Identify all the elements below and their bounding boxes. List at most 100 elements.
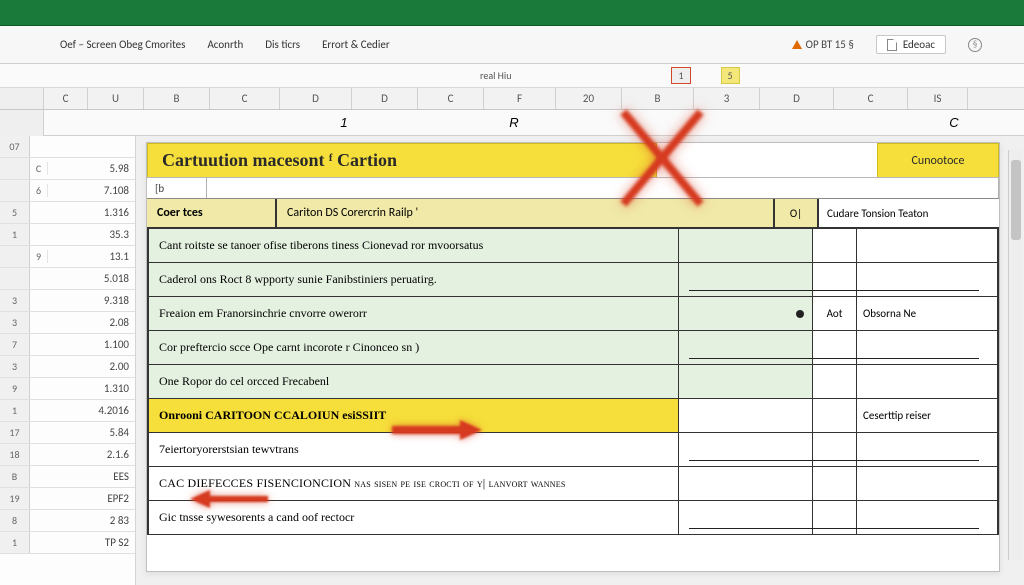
row-header[interactable]: 19 <box>0 488 30 509</box>
row-header[interactable]: 07 <box>0 136 30 157</box>
left-row[interactable]: 5.018 <box>0 268 135 290</box>
row-header[interactable]: 18 <box>0 444 30 465</box>
row-text: 7eiertoryorerstsian tewvtrans <box>149 433 679 466</box>
row-header[interactable]: 9 <box>0 378 30 399</box>
doc-row[interactable]: Caderol ons Roct 8 wpporty sunie Fanibst… <box>149 263 997 297</box>
row-col-a <box>813 501 857 534</box>
row-mid <box>679 467 813 500</box>
hdr-cariton: Cariton DS Corercrin Railp ' <box>277 199 775 227</box>
bullet-icon <box>796 310 804 318</box>
menu-disticrs[interactable]: Dis ticrs <box>265 38 300 51</box>
doc-row[interactable]: Cant roitste se tanoer ofise tiberons ti… <box>149 229 997 263</box>
row-value: TP S2 <box>48 536 135 549</box>
row-header[interactable]: 1 <box>0 400 30 421</box>
colhdr-c2[interactable]: C <box>210 88 280 109</box>
doc-row[interactable]: Onrooni CARITOON CCALOIUN esiSSIITCesert… <box>149 399 997 433</box>
row-header[interactable]: 3 <box>0 290 30 311</box>
row-col-b: Obsorna Ne <box>857 297 997 330</box>
colhdr-d3[interactable]: D <box>760 88 834 109</box>
colhdr-3[interactable]: 3 <box>694 88 760 109</box>
left-row[interactable]: 32.08 <box>0 312 135 334</box>
colhdr-d2[interactable]: D <box>352 88 418 109</box>
colhdr-c4[interactable]: C <box>834 88 908 109</box>
left-row[interactable]: C5.98 <box>0 158 135 180</box>
hdr-cudare: Cudare Tonsion Teaton <box>819 199 999 227</box>
row-header[interactable]: 1 <box>0 532 30 553</box>
row-value: 1.310 <box>48 382 135 395</box>
colhdr-c3[interactable]: C <box>418 88 484 109</box>
row-value: EPF2 <box>48 492 135 505</box>
scrollbar-thumb[interactable] <box>1011 160 1021 240</box>
row-header[interactable] <box>0 268 30 289</box>
row-header[interactable]: 1 <box>0 224 30 245</box>
warning-triangle-icon <box>792 40 802 49</box>
row-col-b <box>857 433 997 466</box>
left-row[interactable]: BEES <box>0 466 135 488</box>
row-value: 2.00 <box>48 360 135 373</box>
left-row[interactable]: 135.3 <box>0 224 135 246</box>
row-header[interactable]: 5 <box>0 202 30 223</box>
left-row[interactable]: 71.100 <box>0 334 135 356</box>
row-header[interactable]: 3 <box>0 312 30 333</box>
red-arrow-right-icon <box>460 420 482 440</box>
row-header[interactable]: B <box>0 466 30 487</box>
left-row[interactable]: 51.316 <box>0 202 135 224</box>
menu-aconrth[interactable]: Aconrth <box>207 38 243 51</box>
colhdr-c1[interactable]: C <box>44 88 88 109</box>
colhdr-d1[interactable]: D <box>280 88 352 109</box>
row-header[interactable]: 3 <box>0 356 30 377</box>
hdr-o: O| <box>775 199 819 227</box>
left-row[interactable]: 14.2016 <box>0 400 135 422</box>
row-mid <box>679 331 813 364</box>
row-col-b <box>857 263 997 296</box>
left-row[interactable]: 07 <box>0 136 135 158</box>
doc-row[interactable]: Gic tnsse sywesorents a cand oof rectocr <box>149 501 997 535</box>
left-row[interactable]: 19 EPF2 <box>0 488 135 510</box>
row-col-a <box>813 433 857 466</box>
colhdr-u[interactable]: U <box>88 88 144 109</box>
row-mid <box>679 433 813 466</box>
row-header[interactable] <box>0 180 30 201</box>
doc-row[interactable]: CAC DIEFECCES FISENCIONCION nas sisen pe… <box>149 467 997 501</box>
colhdr-f[interactable]: F <box>484 88 556 109</box>
row-header[interactable]: 7 <box>0 334 30 355</box>
chip-yellow[interactable]: 5 <box>721 67 740 84</box>
doc-row[interactable]: Cor preftercio scce Ope carnt incorote r… <box>149 331 997 365</box>
doc-row[interactable]: One Ropor do cel orcced Frecabenl <box>149 365 997 399</box>
share-icon[interactable]: § <box>968 38 982 52</box>
doc-row[interactable]: 7eiertoryorerstsian tewvtrans <box>149 433 997 467</box>
colhdr-b2[interactable]: B <box>622 88 694 109</box>
subrow-cell[interactable]: [b <box>147 178 207 198</box>
warning-badge[interactable]: OP BT 15 § <box>792 38 854 51</box>
colhdr-b[interactable]: B <box>144 88 210 109</box>
colhdr-is[interactable]: IS <box>908 88 968 109</box>
row-col-b <box>857 501 997 534</box>
menu-bar: Oef – Screen Obeg Cmorites Aconrth Dis t… <box>0 26 1024 64</box>
row-text: Gic tnsse sywesorents a cand oof rectocr <box>149 501 679 534</box>
left-row[interactable]: 1 TP S2 <box>0 532 135 554</box>
row-header[interactable]: 17 <box>0 422 30 443</box>
row-header[interactable] <box>0 158 30 179</box>
menu-oef[interactable]: Oef – Screen Obeg Cmorites <box>60 38 185 51</box>
left-row[interactable]: 913.1 <box>0 246 135 268</box>
chip-red[interactable]: 1 <box>671 67 690 84</box>
row-col-a <box>813 365 857 398</box>
row-header[interactable]: 8 <box>0 510 30 531</box>
colhdr-20[interactable]: 20 <box>556 88 622 109</box>
left-row[interactable]: 182.1.6 <box>0 444 135 466</box>
left-row[interactable]: 32.00 <box>0 356 135 378</box>
left-row[interactable]: 82 83 <box>0 510 135 532</box>
row-col-b <box>857 331 997 364</box>
left-row[interactable]: 175.84 <box>0 422 135 444</box>
doc-row[interactable]: Freaion em Franorsinchrie cnvorre oweror… <box>149 297 997 331</box>
row-col-b <box>857 365 997 398</box>
left-row[interactable]: 39.318 <box>0 290 135 312</box>
left-row[interactable]: 9 1.310 <box>0 378 135 400</box>
vertical-scrollbar[interactable] <box>1008 150 1022 560</box>
row-text: Cor preftercio scce Ope carnt incorote r… <box>149 331 679 364</box>
row-header[interactable] <box>0 246 30 267</box>
menu-errort[interactable]: Errort & Cedier <box>322 38 390 51</box>
edeoac-pill[interactable]: Edeoac <box>876 35 946 54</box>
left-row[interactable]: 67.108 <box>0 180 135 202</box>
red-arrow-left-icon <box>190 490 210 508</box>
